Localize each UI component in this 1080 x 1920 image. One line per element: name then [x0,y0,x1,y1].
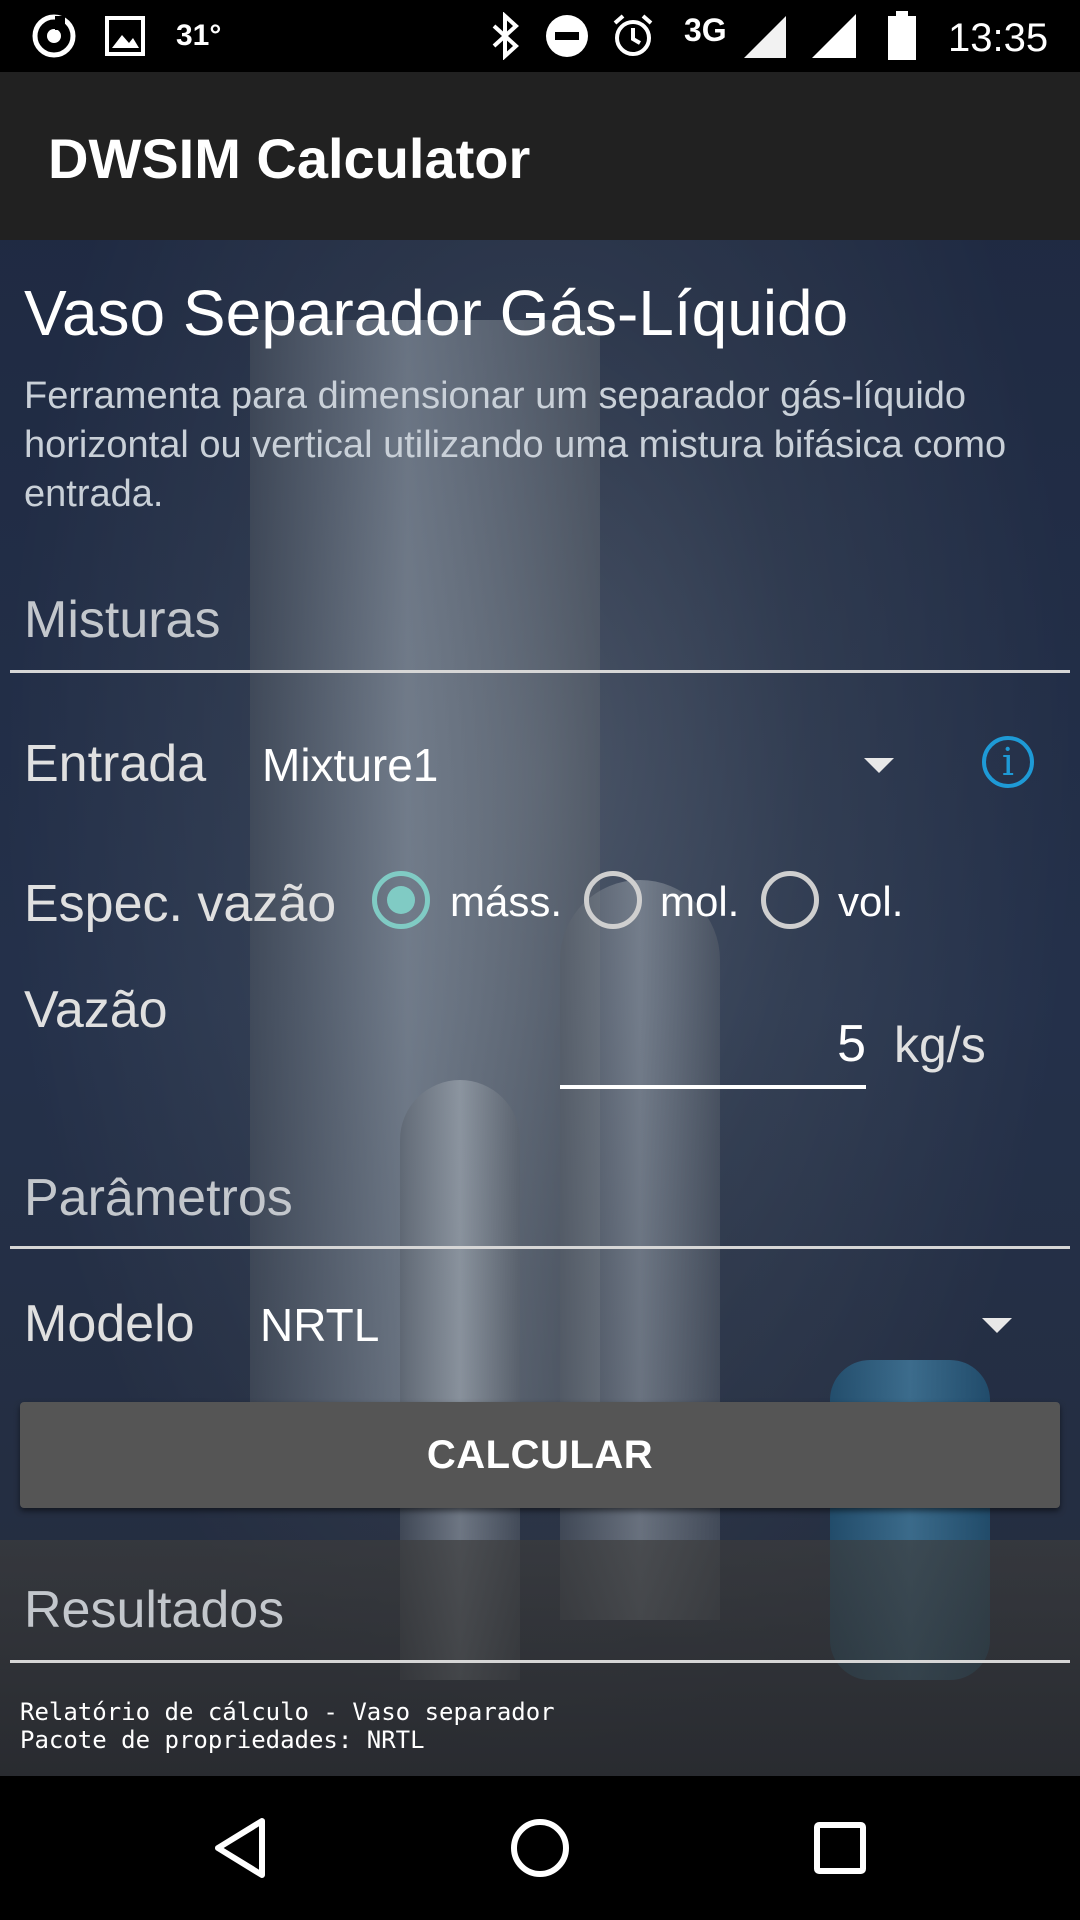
page-description: Ferramenta para dimensionar um separador… [24,375,1007,515]
section-parametros: Parâmetros [24,1169,293,1227]
entrada-label: Entrada [24,735,207,793]
model-label: Modelo [24,1295,195,1353]
section-resultados: Resultados [24,1581,285,1639]
divider [10,1246,1070,1249]
model-value: NRTL [260,1299,380,1351]
radio-label: máss. [450,878,563,925]
model-dropdown[interactable]: NRTL [258,1280,1038,1370]
results-line: Relatório de cálculo - Vaso separador [20,1698,555,1726]
clock-text: 13:35 [948,15,1049,60]
radio-button[interactable] [761,871,819,929]
battery-icon [886,11,918,60]
signal-icon [740,12,788,60]
do-not-disturb-icon [544,12,590,60]
temperature-text: 31° [176,19,222,52]
page-title: Vaso Separador Gás-Líquido [24,277,849,349]
chevron-down-icon [864,758,894,773]
app-bar: DWSIM Calculator [0,72,1080,240]
app-title: DWSIM Calculator [48,127,531,190]
back-icon[interactable] [212,1816,268,1885]
bluetooth-icon [488,12,524,60]
network-type-text: 3G [684,11,727,48]
flow-input-underline [560,1085,866,1089]
radio-button-checked[interactable] [372,871,430,929]
sync-icon [30,12,78,60]
entrada-value: Mixture1 [262,739,439,791]
image-icon [104,12,146,60]
radio-label: mol. [660,878,740,925]
flow-label: Vazão [24,981,168,1039]
flow-spec-label: Espec. vazão [24,875,337,933]
alarm-icon [610,12,656,60]
radio-button[interactable] [584,871,642,929]
info-icon[interactable]: i [982,736,1034,788]
status-bar: 31° 3G 13:35 [0,0,1080,72]
flow-unit: kg/s [894,1017,986,1073]
main-content: Vaso Separador Gás-Líquido Ferramenta pa… [0,240,1080,1776]
calculate-button[interactable]: CALCULAR [20,1402,1060,1508]
entrada-dropdown[interactable]: Mixture1 [260,720,920,810]
home-icon[interactable] [510,1818,570,1883]
divider [10,1660,1070,1663]
divider [10,670,1070,673]
recents-icon[interactable] [814,1822,866,1879]
background-pipe [560,880,720,1620]
signal-icon [810,12,858,60]
flow-input[interactable]: 5 [560,1010,866,1086]
chevron-down-icon [982,1318,1012,1333]
radio-label: vol. [838,878,904,925]
section-misturas: Misturas [24,591,221,649]
flow-value: 5 [837,1015,866,1073]
navigation-bar [0,1776,1080,1920]
results-line: Pacote de propriedades: NRTL [20,1726,425,1754]
